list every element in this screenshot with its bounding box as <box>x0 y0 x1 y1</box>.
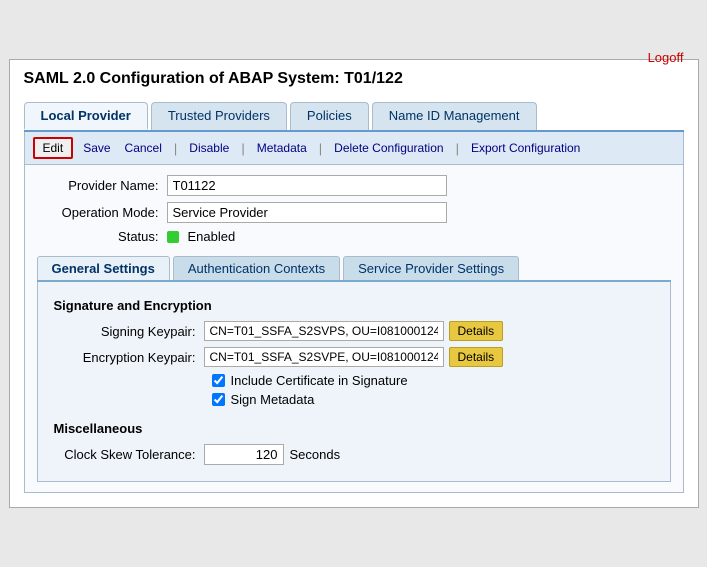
inner-tab-service-provider-settings[interactable]: Service Provider Settings <box>343 256 519 280</box>
misc-section-title: Miscellaneous <box>54 421 654 436</box>
tab-trusted-providers[interactable]: Trusted Providers <box>151 102 287 130</box>
status-text: Enabled <box>188 229 236 244</box>
operation-mode-label: Operation Mode: <box>37 205 167 220</box>
clock-skew-label: Clock Skew Tolerance: <box>54 447 204 462</box>
encryption-keypair-row: Encryption Keypair: Details <box>54 347 654 367</box>
sign-metadata-row: Sign Metadata <box>212 392 654 407</box>
signature-section-title: Signature and Encryption <box>54 298 654 313</box>
inner-tab-authentication-contexts[interactable]: Authentication Contexts <box>173 256 340 280</box>
tab-policies[interactable]: Policies <box>290 102 369 130</box>
separator-2: | <box>241 141 244 156</box>
operation-mode-input[interactable] <box>167 202 447 223</box>
separator-3: | <box>319 141 322 156</box>
encryption-details-button[interactable]: Details <box>449 347 504 367</box>
status-row: Status: Enabled <box>37 229 671 244</box>
status-value: Enabled <box>167 229 236 244</box>
status-label: Status: <box>37 229 167 244</box>
signing-keypair-row: Signing Keypair: Details <box>54 321 654 341</box>
clock-skew-unit: Seconds <box>290 447 341 462</box>
provider-name-label: Provider Name: <box>37 178 167 193</box>
content-area: Provider Name: Operation Mode: Status: E… <box>24 165 684 493</box>
clock-skew-input[interactable] <box>204 444 284 465</box>
page-title: SAML 2.0 Configuration of ABAP System: T… <box>24 70 403 88</box>
inner-content: Signature and Encryption Signing Keypair… <box>37 282 671 482</box>
metadata-button[interactable]: Metadata <box>253 139 311 157</box>
toolbar: Edit Save Cancel | Disable | Metadata | … <box>24 132 684 165</box>
export-config-button[interactable]: Export Configuration <box>467 139 584 157</box>
tab-local-provider[interactable]: Local Provider <box>24 102 148 130</box>
separator-1: | <box>174 141 177 156</box>
misc-section: Miscellaneous Clock Skew Tolerance: Seco… <box>54 421 654 465</box>
status-icon <box>167 231 179 243</box>
provider-name-row: Provider Name: <box>37 175 671 196</box>
edit-button[interactable]: Edit <box>33 137 74 159</box>
signing-keypair-label: Signing Keypair: <box>54 324 204 339</box>
include-cert-label: Include Certificate in Signature <box>231 373 408 388</box>
provider-name-input[interactable] <box>167 175 447 196</box>
cancel-button[interactable]: Cancel <box>121 139 166 157</box>
clock-skew-row: Clock Skew Tolerance: Seconds <box>54 444 654 465</box>
main-tabs: Local Provider Trusted Providers Policie… <box>24 102 684 132</box>
inner-tab-general-settings[interactable]: General Settings <box>37 256 170 280</box>
inner-tabs: General Settings Authentication Contexts… <box>37 256 671 282</box>
signing-keypair-input[interactable] <box>204 321 444 341</box>
disable-button[interactable]: Disable <box>185 139 233 157</box>
operation-mode-row: Operation Mode: <box>37 202 671 223</box>
save-button[interactable]: Save <box>79 139 114 157</box>
include-cert-row: Include Certificate in Signature <box>212 373 654 388</box>
sign-metadata-checkbox[interactable] <box>212 393 225 406</box>
logoff-link[interactable]: Logoff <box>648 50 684 65</box>
main-container: SAML 2.0 Configuration of ABAP System: T… <box>9 59 699 508</box>
delete-config-button[interactable]: Delete Configuration <box>330 139 447 157</box>
sign-metadata-label: Sign Metadata <box>231 392 315 407</box>
include-cert-checkbox[interactable] <box>212 374 225 387</box>
signing-details-button[interactable]: Details <box>449 321 504 341</box>
encryption-keypair-label: Encryption Keypair: <box>54 350 204 365</box>
encryption-keypair-input[interactable] <box>204 347 444 367</box>
tab-name-id-management[interactable]: Name ID Management <box>372 102 537 130</box>
separator-4: | <box>456 141 459 156</box>
